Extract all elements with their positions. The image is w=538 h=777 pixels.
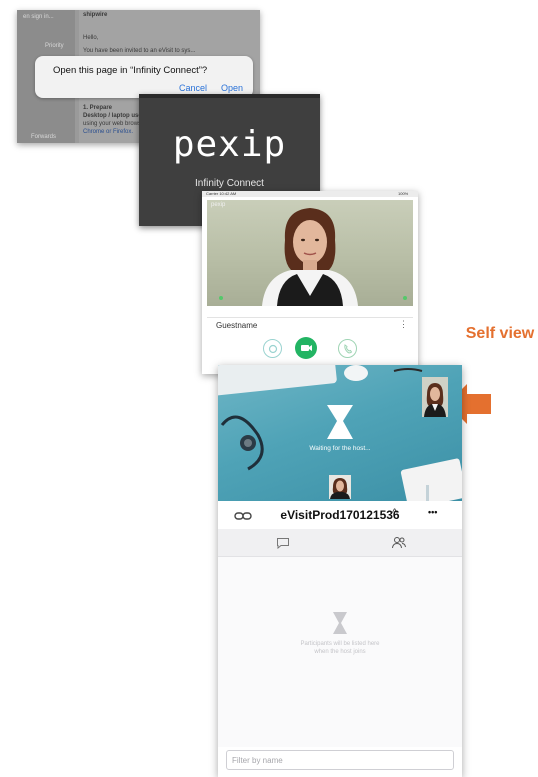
settings-circle-icon	[268, 344, 277, 353]
remote-participant-thumbnail[interactable]	[329, 475, 351, 499]
pexip-logo: pexip	[172, 124, 287, 165]
join-video-button[interactable]	[295, 337, 317, 359]
preview-screenshot: Carrier 10:42 AM 100% pexip Guestname ⋮	[202, 191, 418, 374]
side-panel-tabs	[218, 529, 462, 557]
woman-portrait-image	[262, 208, 358, 306]
video-camera-icon	[301, 345, 312, 351]
waiting-video-area: Waiting for the host...	[218, 365, 462, 501]
self-preview-video: pexip	[207, 200, 413, 306]
sidebar-item[interactable]: en sign in...	[23, 14, 54, 20]
open-in-app-dialog: Open this page in “Infinity Connect”? Ca…	[35, 56, 253, 98]
mic-indicator-icon	[219, 296, 223, 300]
status-bar: Carrier 10:42 AM 100%	[202, 191, 418, 197]
join-audio-button[interactable]	[338, 339, 357, 358]
call-screenshot: Waiting for the host... ^ ••• eVisitProd…	[218, 365, 462, 777]
hourglass-icon	[333, 612, 347, 634]
dialog-message: Open this page in “Infinity Connect”?	[53, 65, 208, 76]
phone-icon	[343, 343, 352, 353]
divider	[207, 317, 413, 318]
chat-bubble-icon[interactable]	[276, 537, 290, 549]
self-view-thumbnail[interactable]	[422, 377, 448, 417]
doc-line: Desktop / laptop users	[83, 113, 148, 119]
filter-input[interactable]	[226, 750, 454, 770]
signal-indicator-icon	[403, 296, 407, 300]
self-view-avatar	[422, 377, 448, 417]
participant-name-field[interactable]: Guestname	[216, 321, 257, 330]
waiting-message: Waiting for the host...	[309, 445, 371, 452]
doc-line[interactable]: Chrome or Firefox.	[83, 129, 133, 135]
status-carrier: Carrier 10:42 AM	[206, 191, 237, 196]
doc-line: using your web browser	[83, 121, 147, 127]
doc-line: shipwire	[83, 12, 108, 18]
remote-avatar	[329, 475, 351, 499]
app-subtitle: Infinity Connect	[195, 178, 264, 189]
cancel-button[interactable]: Cancel	[179, 83, 207, 93]
sidebar-item[interactable]: Priority	[45, 43, 64, 49]
settings-button[interactable]	[263, 339, 282, 358]
participants-icon[interactable]	[391, 536, 407, 549]
status-bar	[139, 94, 320, 98]
status-battery: 100%	[398, 191, 409, 196]
doc-line: 1. Prepare	[83, 105, 113, 111]
doc-line: You have been invited to an eVisit to sy…	[83, 48, 196, 54]
open-button[interactable]: Open	[221, 83, 243, 93]
doc-line: Hello,	[83, 35, 99, 41]
self-view-label: Self view	[465, 325, 535, 342]
empty-participants-message: Participants will be listed here when th…	[300, 641, 380, 655]
sidebar-item[interactable]: Forwards	[31, 134, 56, 140]
conference-title: eVisitProd170121536	[280, 508, 400, 522]
more-options-icon[interactable]: ⋮	[399, 319, 408, 330]
